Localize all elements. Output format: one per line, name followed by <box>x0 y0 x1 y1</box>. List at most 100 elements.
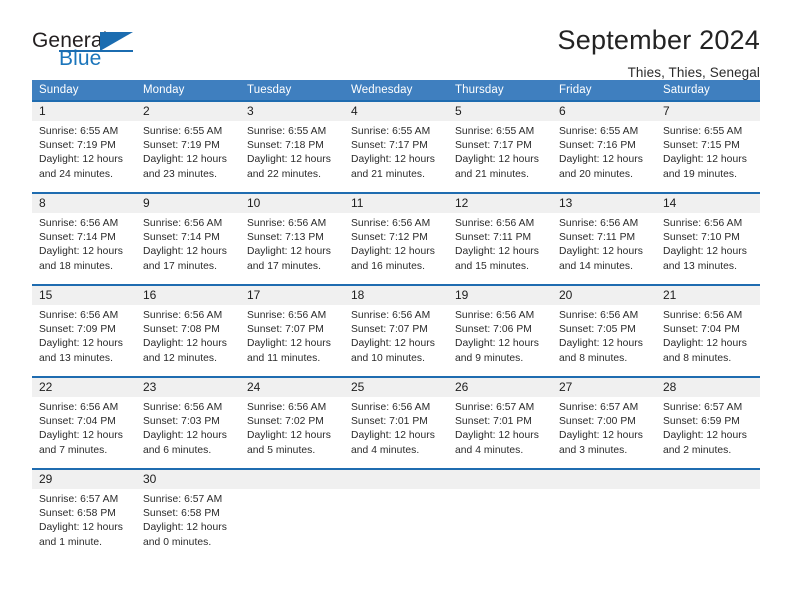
day-info: Sunrise: 6:57 AM Sunset: 7:01 PM Daylight:… <box>448 397 552 458</box>
week-row: 1 Sunrise: 6:55 AM Sunset: 7:19 PM Daylight… <box>32 100 760 193</box>
sunrise-text: Sunrise: 6:56 AM <box>39 218 119 229</box>
day-info: Sunrise: 6:56 AM Sunset: 7:02 PM Daylight:… <box>240 397 344 458</box>
day-cell[interactable]: 25 Sunrise: 6:56 AM Sunset: 7:01 PM Dayligh… <box>344 376 448 469</box>
day-cell[interactable]: 30 Sunrise: 6:57 AM Sunset: 6:58 PM Dayligh… <box>136 468 240 550</box>
sunset-text: Sunset: 7:15 PM <box>663 140 740 152</box>
sunrise-text: Sunrise: 6:56 AM <box>663 218 743 229</box>
week-row: 15 Sunrise: 6:56 AM Sunset: 7:09 PM Dayligh… <box>32 284 760 377</box>
day-cell[interactable]: 5 Sunrise: 6:55 AM Sunset: 7:17 PM Daylight… <box>448 100 552 193</box>
day-number: 21 <box>656 286 760 305</box>
sunrise-text: Sunrise: 6:57 AM <box>143 494 223 505</box>
day-number: 10 <box>240 194 344 213</box>
daylight-text: Daylight: 12 hours and 20 minutes. <box>559 154 643 180</box>
general-blue-logo[interactable]: General Blue <box>32 26 142 69</box>
sunset-text: Sunset: 7:19 PM <box>39 140 116 152</box>
day-info: Sunrise: 6:56 AM Sunset: 7:11 PM Daylight:… <box>552 213 656 274</box>
daylight-text: Daylight: 12 hours and 23 minutes. <box>143 154 227 180</box>
sunset-text: Sunset: 7:04 PM <box>39 416 116 428</box>
day-cell[interactable]: 6 Sunrise: 6:55 AM Sunset: 7:16 PM Daylight… <box>552 100 656 193</box>
weekday-header-sunday: Sunday <box>32 80 136 101</box>
day-number: 15 <box>32 286 136 305</box>
day-cell[interactable]: 11 Sunrise: 6:56 AM Sunset: 7:12 PM Dayligh… <box>344 192 448 285</box>
day-cell[interactable]: 10 Sunrise: 6:56 AM Sunset: 7:13 PM Dayligh… <box>240 192 344 285</box>
day-cell[interactable]: 21 Sunrise: 6:56 AM Sunset: 7:04 PM Dayligh… <box>656 284 760 377</box>
day-info: Sunrise: 6:56 AM Sunset: 7:04 PM Daylight:… <box>32 397 136 458</box>
sunset-text: Sunset: 7:00 PM <box>559 416 636 428</box>
day-number <box>448 470 552 489</box>
day-cell[interactable]: 1 Sunrise: 6:55 AM Sunset: 7:19 PM Daylight… <box>32 100 136 193</box>
day-cell[interactable]: 29 Sunrise: 6:57 AM Sunset: 6:58 PM Dayligh… <box>32 468 136 550</box>
day-cell[interactable]: 17 Sunrise: 6:56 AM Sunset: 7:07 PM Dayligh… <box>240 284 344 377</box>
day-cell[interactable]: 19 Sunrise: 6:56 AM Sunset: 7:06 PM Dayligh… <box>448 284 552 377</box>
day-number: 13 <box>552 194 656 213</box>
sunset-text: Sunset: 7:16 PM <box>559 140 636 152</box>
day-cell[interactable]: 12 Sunrise: 6:56 AM Sunset: 7:11 PM Dayligh… <box>448 192 552 285</box>
daylight-text: Daylight: 12 hours and 13 minutes. <box>663 246 747 272</box>
day-cell[interactable]: 28 Sunrise: 6:57 AM Sunset: 6:59 PM Dayligh… <box>656 376 760 469</box>
day-number: 17 <box>240 286 344 305</box>
day-cell[interactable]: 4 Sunrise: 6:55 AM Sunset: 7:17 PM Daylight… <box>344 100 448 193</box>
sunrise-text: Sunrise: 6:55 AM <box>39 126 119 137</box>
day-cell[interactable]: 14 Sunrise: 6:56 AM Sunset: 7:10 PM Dayligh… <box>656 192 760 285</box>
daylight-text: Daylight: 12 hours and 9 minutes. <box>455 338 539 364</box>
day-cell[interactable]: 27 Sunrise: 6:57 AM Sunset: 7:00 PM Dayligh… <box>552 376 656 469</box>
day-number: 20 <box>552 286 656 305</box>
week-row: 22 Sunrise: 6:56 AM Sunset: 7:04 PM Dayligh… <box>32 376 760 469</box>
day-info: Sunrise: 6:56 AM Sunset: 7:09 PM Daylight:… <box>32 305 136 366</box>
day-cell[interactable]: 2 Sunrise: 6:55 AM Sunset: 7:19 PM Daylight… <box>136 100 240 193</box>
sunset-text: Sunset: 7:01 PM <box>455 416 532 428</box>
day-cell[interactable]: 20 Sunrise: 6:56 AM Sunset: 7:05 PM Dayligh… <box>552 284 656 377</box>
daylight-text: Daylight: 12 hours and 0 minutes. <box>143 522 227 548</box>
day-number <box>656 470 760 489</box>
day-info: Sunrise: 6:57 AM Sunset: 7:00 PM Daylight:… <box>552 397 656 458</box>
sunrise-text: Sunrise: 6:56 AM <box>143 310 223 321</box>
day-info: Sunrise: 6:56 AM Sunset: 7:03 PM Daylight:… <box>136 397 240 458</box>
sunset-text: Sunset: 7:05 PM <box>559 324 636 336</box>
day-info: Sunrise: 6:55 AM Sunset: 7:19 PM Daylight:… <box>32 121 136 182</box>
day-cell[interactable]: 9 Sunrise: 6:56 AM Sunset: 7:14 PM Daylight… <box>136 192 240 285</box>
sunrise-text: Sunrise: 6:56 AM <box>455 310 535 321</box>
day-info: Sunrise: 6:56 AM Sunset: 7:05 PM Daylight:… <box>552 305 656 366</box>
sunset-text: Sunset: 7:19 PM <box>143 140 220 152</box>
page-title: September 2024 <box>557 25 760 55</box>
day-number: 30 <box>136 470 240 489</box>
day-number: 29 <box>32 470 136 489</box>
day-cell-empty <box>344 468 448 550</box>
sunrise-text: Sunrise: 6:56 AM <box>39 310 119 321</box>
sunrise-text: Sunrise: 6:56 AM <box>351 310 431 321</box>
day-cell[interactable]: 18 Sunrise: 6:56 AM Sunset: 7:07 PM Dayligh… <box>344 284 448 377</box>
daylight-text: Daylight: 12 hours and 12 minutes. <box>143 338 227 364</box>
sunset-text: Sunset: 7:14 PM <box>143 232 220 244</box>
sunrise-text: Sunrise: 6:57 AM <box>455 402 535 413</box>
day-cell[interactable]: 24 Sunrise: 6:56 AM Sunset: 7:02 PM Dayligh… <box>240 376 344 469</box>
calendar-page: General Blue September 2024 Thies, Thies… <box>0 0 792 612</box>
weekday-header-wednesday: Wednesday <box>344 80 448 101</box>
daylight-text: Daylight: 12 hours and 17 minutes. <box>247 246 331 272</box>
day-cell[interactable]: 16 Sunrise: 6:56 AM Sunset: 7:08 PM Dayligh… <box>136 284 240 377</box>
day-cell[interactable]: 23 Sunrise: 6:56 AM Sunset: 7:03 PM Dayligh… <box>136 376 240 469</box>
day-info: Sunrise: 6:55 AM Sunset: 7:16 PM Daylight:… <box>552 121 656 182</box>
day-cell[interactable]: 3 Sunrise: 6:55 AM Sunset: 7:18 PM Daylight… <box>240 100 344 193</box>
daylight-text: Daylight: 12 hours and 8 minutes. <box>559 338 643 364</box>
day-cell[interactable]: 7 Sunrise: 6:55 AM Sunset: 7:15 PM Daylight… <box>656 100 760 193</box>
day-number: 23 <box>136 378 240 397</box>
day-info: Sunrise: 6:56 AM Sunset: 7:07 PM Daylight:… <box>344 305 448 366</box>
day-info: Sunrise: 6:56 AM Sunset: 7:01 PM Daylight:… <box>344 397 448 458</box>
sunrise-text: Sunrise: 6:56 AM <box>351 218 431 229</box>
day-info: Sunrise: 6:56 AM Sunset: 7:08 PM Daylight:… <box>136 305 240 366</box>
day-cell[interactable]: 15 Sunrise: 6:56 AM Sunset: 7:09 PM Dayligh… <box>32 284 136 377</box>
sunset-text: Sunset: 7:14 PM <box>39 232 116 244</box>
day-cell[interactable]: 13 Sunrise: 6:56 AM Sunset: 7:11 PM Dayligh… <box>552 192 656 285</box>
day-number: 19 <box>448 286 552 305</box>
day-number: 18 <box>344 286 448 305</box>
sunrise-sunset-calendar: Sunday Monday Tuesday Wednesday Thursday… <box>32 80 760 550</box>
page-header: General Blue September 2024 Thies, Thies… <box>32 0 760 79</box>
weekday-header-monday: Monday <box>136 80 240 101</box>
day-cell[interactable]: 22 Sunrise: 6:56 AM Sunset: 7:04 PM Dayligh… <box>32 376 136 469</box>
day-number: 14 <box>656 194 760 213</box>
day-cell[interactable]: 8 Sunrise: 6:56 AM Sunset: 7:14 PM Daylight… <box>32 192 136 285</box>
day-info: Sunrise: 6:55 AM Sunset: 7:15 PM Daylight:… <box>656 121 760 182</box>
sunrise-text: Sunrise: 6:56 AM <box>39 402 119 413</box>
day-cell[interactable]: 26 Sunrise: 6:57 AM Sunset: 7:01 PM Dayligh… <box>448 376 552 469</box>
day-number: 11 <box>344 194 448 213</box>
